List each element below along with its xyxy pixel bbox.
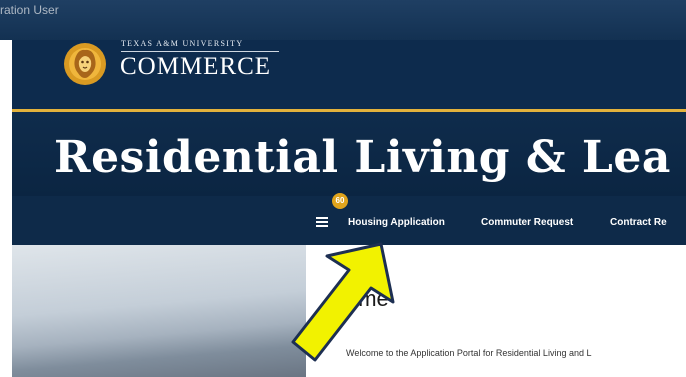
- notification-badge: 60: [332, 193, 348, 209]
- menu-icon[interactable]: [316, 216, 328, 228]
- logo-divider: [121, 51, 279, 52]
- top-strip: [0, 0, 686, 40]
- nav-contract-request[interactable]: Contract Re: [610, 217, 667, 228]
- brand-header: [12, 40, 686, 110]
- logo-commerce-text: COMMERCE: [120, 53, 272, 80]
- hero-image: [12, 245, 306, 377]
- nav-housing-application[interactable]: Housing Application: [348, 217, 445, 228]
- user-label: ration User: [0, 3, 59, 17]
- lion-logo-icon[interactable]: [62, 41, 108, 87]
- nav-commuter-request[interactable]: Commuter Request: [481, 217, 573, 228]
- site-title: Residential Living & Lea: [54, 132, 671, 183]
- page-margin: [0, 40, 12, 245]
- logo-university-text: TEXAS A&M UNIVERSITY: [121, 39, 244, 48]
- annotation-arrow-icon: [291, 242, 395, 362]
